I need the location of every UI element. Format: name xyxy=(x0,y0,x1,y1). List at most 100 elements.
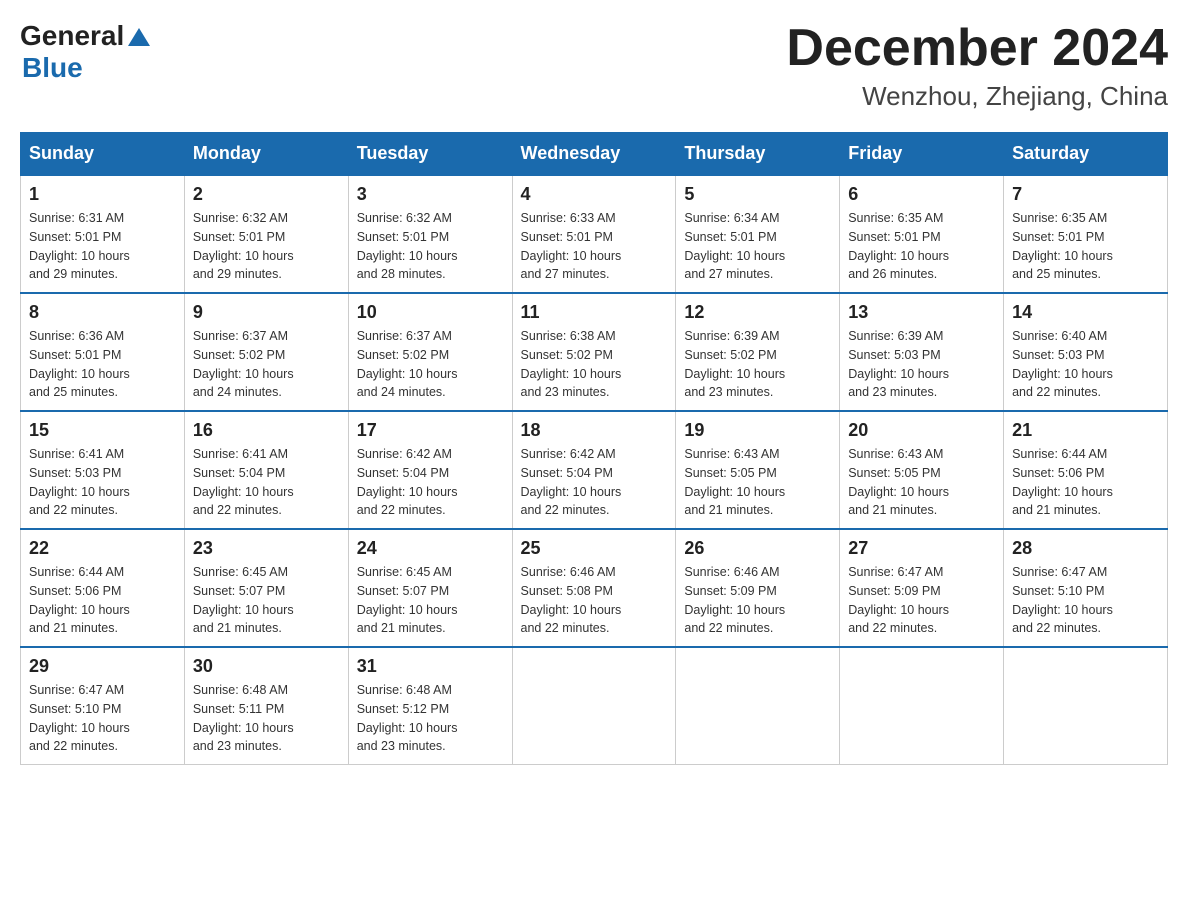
day-cell-30: 30 Sunrise: 6:48 AM Sunset: 5:11 PM Dayl… xyxy=(184,647,348,765)
day-cell-5: 5 Sunrise: 6:34 AM Sunset: 5:01 PM Dayli… xyxy=(676,175,840,293)
day-info: Sunrise: 6:34 AM Sunset: 5:01 PM Dayligh… xyxy=(684,209,831,284)
day-cell-7: 7 Sunrise: 6:35 AM Sunset: 5:01 PM Dayli… xyxy=(1004,175,1168,293)
calendar-table: SundayMondayTuesdayWednesdayThursdayFrid… xyxy=(20,132,1168,765)
weekday-header-wednesday: Wednesday xyxy=(512,133,676,176)
day-cell-16: 16 Sunrise: 6:41 AM Sunset: 5:04 PM Dayl… xyxy=(184,411,348,529)
logo-blue-text: Blue xyxy=(22,52,83,83)
day-info: Sunrise: 6:46 AM Sunset: 5:08 PM Dayligh… xyxy=(521,563,668,638)
day-cell-4: 4 Sunrise: 6:33 AM Sunset: 5:01 PM Dayli… xyxy=(512,175,676,293)
day-info: Sunrise: 6:33 AM Sunset: 5:01 PM Dayligh… xyxy=(521,209,668,284)
day-cell-13: 13 Sunrise: 6:39 AM Sunset: 5:03 PM Dayl… xyxy=(840,293,1004,411)
weekday-header-friday: Friday xyxy=(840,133,1004,176)
day-number: 7 xyxy=(1012,184,1159,205)
logo: General Blue xyxy=(20,20,150,84)
day-info: Sunrise: 6:43 AM Sunset: 5:05 PM Dayligh… xyxy=(684,445,831,520)
weekday-header-thursday: Thursday xyxy=(676,133,840,176)
day-info: Sunrise: 6:35 AM Sunset: 5:01 PM Dayligh… xyxy=(848,209,995,284)
day-cell-29: 29 Sunrise: 6:47 AM Sunset: 5:10 PM Dayl… xyxy=(21,647,185,765)
day-info: Sunrise: 6:44 AM Sunset: 5:06 PM Dayligh… xyxy=(29,563,176,638)
day-info: Sunrise: 6:46 AM Sunset: 5:09 PM Dayligh… xyxy=(684,563,831,638)
title-section: December 2024 Wenzhou, Zhejiang, China xyxy=(786,20,1168,112)
day-cell-3: 3 Sunrise: 6:32 AM Sunset: 5:01 PM Dayli… xyxy=(348,175,512,293)
day-cell-20: 20 Sunrise: 6:43 AM Sunset: 5:05 PM Dayl… xyxy=(840,411,1004,529)
day-number: 19 xyxy=(684,420,831,441)
day-number: 6 xyxy=(848,184,995,205)
empty-cell xyxy=(840,647,1004,765)
day-info: Sunrise: 6:48 AM Sunset: 5:11 PM Dayligh… xyxy=(193,681,340,756)
day-cell-6: 6 Sunrise: 6:35 AM Sunset: 5:01 PM Dayli… xyxy=(840,175,1004,293)
day-cell-9: 9 Sunrise: 6:37 AM Sunset: 5:02 PM Dayli… xyxy=(184,293,348,411)
day-cell-27: 27 Sunrise: 6:47 AM Sunset: 5:09 PM Dayl… xyxy=(840,529,1004,647)
week-row-1: 1 Sunrise: 6:31 AM Sunset: 5:01 PM Dayli… xyxy=(21,175,1168,293)
day-cell-12: 12 Sunrise: 6:39 AM Sunset: 5:02 PM Dayl… xyxy=(676,293,840,411)
day-cell-19: 19 Sunrise: 6:43 AM Sunset: 5:05 PM Dayl… xyxy=(676,411,840,529)
day-info: Sunrise: 6:47 AM Sunset: 5:10 PM Dayligh… xyxy=(1012,563,1159,638)
day-number: 3 xyxy=(357,184,504,205)
day-info: Sunrise: 6:37 AM Sunset: 5:02 PM Dayligh… xyxy=(193,327,340,402)
empty-cell xyxy=(512,647,676,765)
day-number: 11 xyxy=(521,302,668,323)
day-number: 2 xyxy=(193,184,340,205)
day-number: 17 xyxy=(357,420,504,441)
day-number: 9 xyxy=(193,302,340,323)
day-info: Sunrise: 6:42 AM Sunset: 5:04 PM Dayligh… xyxy=(521,445,668,520)
day-number: 8 xyxy=(29,302,176,323)
day-number: 22 xyxy=(29,538,176,559)
day-number: 15 xyxy=(29,420,176,441)
day-cell-15: 15 Sunrise: 6:41 AM Sunset: 5:03 PM Dayl… xyxy=(21,411,185,529)
day-info: Sunrise: 6:35 AM Sunset: 5:01 PM Dayligh… xyxy=(1012,209,1159,284)
day-number: 29 xyxy=(29,656,176,677)
day-cell-8: 8 Sunrise: 6:36 AM Sunset: 5:01 PM Dayli… xyxy=(21,293,185,411)
day-info: Sunrise: 6:40 AM Sunset: 5:03 PM Dayligh… xyxy=(1012,327,1159,402)
day-number: 28 xyxy=(1012,538,1159,559)
day-number: 21 xyxy=(1012,420,1159,441)
day-number: 5 xyxy=(684,184,831,205)
day-number: 14 xyxy=(1012,302,1159,323)
day-cell-21: 21 Sunrise: 6:44 AM Sunset: 5:06 PM Dayl… xyxy=(1004,411,1168,529)
day-info: Sunrise: 6:43 AM Sunset: 5:05 PM Dayligh… xyxy=(848,445,995,520)
day-cell-17: 17 Sunrise: 6:42 AM Sunset: 5:04 PM Dayl… xyxy=(348,411,512,529)
day-number: 18 xyxy=(521,420,668,441)
weekday-header-saturday: Saturday xyxy=(1004,133,1168,176)
day-cell-1: 1 Sunrise: 6:31 AM Sunset: 5:01 PM Dayli… xyxy=(21,175,185,293)
day-number: 12 xyxy=(684,302,831,323)
day-info: Sunrise: 6:41 AM Sunset: 5:04 PM Dayligh… xyxy=(193,445,340,520)
week-row-3: 15 Sunrise: 6:41 AM Sunset: 5:03 PM Dayl… xyxy=(21,411,1168,529)
empty-cell xyxy=(676,647,840,765)
day-cell-24: 24 Sunrise: 6:45 AM Sunset: 5:07 PM Dayl… xyxy=(348,529,512,647)
day-cell-23: 23 Sunrise: 6:45 AM Sunset: 5:07 PM Dayl… xyxy=(184,529,348,647)
day-cell-26: 26 Sunrise: 6:46 AM Sunset: 5:09 PM Dayl… xyxy=(676,529,840,647)
day-info: Sunrise: 6:37 AM Sunset: 5:02 PM Dayligh… xyxy=(357,327,504,402)
day-cell-22: 22 Sunrise: 6:44 AM Sunset: 5:06 PM Dayl… xyxy=(21,529,185,647)
weekday-header-row: SundayMondayTuesdayWednesdayThursdayFrid… xyxy=(21,133,1168,176)
week-row-5: 29 Sunrise: 6:47 AM Sunset: 5:10 PM Dayl… xyxy=(21,647,1168,765)
logo-triangle-icon xyxy=(128,26,150,48)
week-row-4: 22 Sunrise: 6:44 AM Sunset: 5:06 PM Dayl… xyxy=(21,529,1168,647)
day-info: Sunrise: 6:42 AM Sunset: 5:04 PM Dayligh… xyxy=(357,445,504,520)
weekday-header-sunday: Sunday xyxy=(21,133,185,176)
day-info: Sunrise: 6:41 AM Sunset: 5:03 PM Dayligh… xyxy=(29,445,176,520)
day-number: 27 xyxy=(848,538,995,559)
day-number: 4 xyxy=(521,184,668,205)
day-number: 26 xyxy=(684,538,831,559)
day-info: Sunrise: 6:31 AM Sunset: 5:01 PM Dayligh… xyxy=(29,209,176,284)
day-info: Sunrise: 6:39 AM Sunset: 5:02 PM Dayligh… xyxy=(684,327,831,402)
day-info: Sunrise: 6:36 AM Sunset: 5:01 PM Dayligh… xyxy=(29,327,176,402)
day-info: Sunrise: 6:47 AM Sunset: 5:09 PM Dayligh… xyxy=(848,563,995,638)
day-info: Sunrise: 6:47 AM Sunset: 5:10 PM Dayligh… xyxy=(29,681,176,756)
day-number: 25 xyxy=(521,538,668,559)
week-row-2: 8 Sunrise: 6:36 AM Sunset: 5:01 PM Dayli… xyxy=(21,293,1168,411)
day-cell-31: 31 Sunrise: 6:48 AM Sunset: 5:12 PM Dayl… xyxy=(348,647,512,765)
day-info: Sunrise: 6:45 AM Sunset: 5:07 PM Dayligh… xyxy=(193,563,340,638)
logo-general-text: General xyxy=(20,20,124,52)
weekday-header-tuesday: Tuesday xyxy=(348,133,512,176)
page-header: General Blue December 2024 Wenzhou, Zhej… xyxy=(20,20,1168,112)
day-cell-10: 10 Sunrise: 6:37 AM Sunset: 5:02 PM Dayl… xyxy=(348,293,512,411)
day-number: 1 xyxy=(29,184,176,205)
day-cell-18: 18 Sunrise: 6:42 AM Sunset: 5:04 PM Dayl… xyxy=(512,411,676,529)
day-number: 24 xyxy=(357,538,504,559)
day-info: Sunrise: 6:45 AM Sunset: 5:07 PM Dayligh… xyxy=(357,563,504,638)
day-cell-11: 11 Sunrise: 6:38 AM Sunset: 5:02 PM Dayl… xyxy=(512,293,676,411)
day-info: Sunrise: 6:32 AM Sunset: 5:01 PM Dayligh… xyxy=(193,209,340,284)
day-number: 20 xyxy=(848,420,995,441)
